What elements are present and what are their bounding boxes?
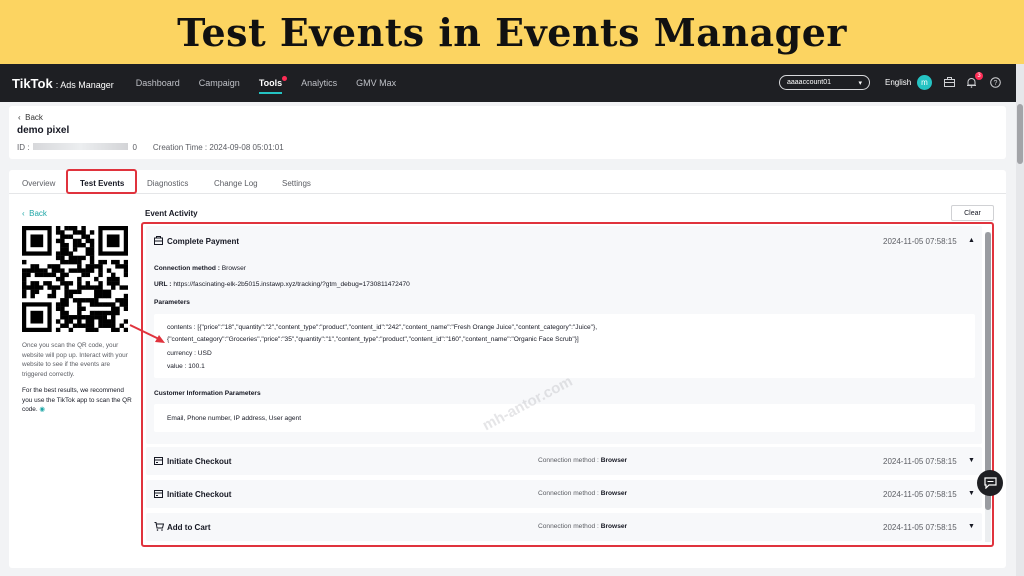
- nav-gmv-max[interactable]: GMV Max: [356, 64, 396, 102]
- notification-badge: 3: [975, 72, 983, 80]
- nav-tools[interactable]: Tools: [258, 64, 288, 102]
- annotation-arrow-icon: [129, 324, 165, 343]
- nav-dashboard[interactable]: Dashboard: [136, 64, 180, 102]
- qr-code: [22, 226, 128, 332]
- eye-icon[interactable]: ◉: [39, 406, 45, 413]
- pixel-meta: ID : 0 Creation Time : 2024-09-08 05:01:…: [17, 143, 284, 152]
- nav-tools-label: Tools: [258, 78, 283, 88]
- highlight-box-tab: [66, 169, 137, 194]
- clear-button[interactable]: Clear: [951, 205, 994, 221]
- new-dot: [282, 76, 288, 81]
- tab-settings[interactable]: Settings: [282, 179, 311, 188]
- chat-icon: [983, 477, 997, 489]
- logo-subtext: : Ads Manager: [55, 79, 114, 90]
- banner-title: Test Events in Events Manager: [177, 9, 847, 55]
- svg-text:?: ?: [993, 80, 997, 87]
- chat-support-button[interactable]: [977, 470, 1003, 496]
- back-label: Back: [25, 113, 43, 122]
- title-banner: Test Events in Events Manager: [0, 0, 1024, 64]
- page-scrollbar-thumb[interactable]: [1017, 104, 1023, 164]
- qr-recommendation: For the best results, we recommend you u…: [22, 386, 132, 415]
- account-name: aaaaccount01: [787, 79, 831, 86]
- event-activity-title: Event Activity: [145, 209, 198, 218]
- pixel-name: demo pixel: [17, 125, 70, 136]
- tab-overview[interactable]: Overview: [22, 179, 55, 188]
- creation-time-label: Creation Time :: [152, 143, 208, 152]
- tiktok-logo[interactable]: TikTok : Ads Manager: [12, 76, 114, 91]
- avatar[interactable]: m: [917, 75, 932, 90]
- nav-analytics[interactable]: Analytics: [301, 64, 337, 102]
- account-selector[interactable]: aaaaccount01 ▾: [779, 75, 870, 90]
- logo-text: TikTok: [12, 75, 53, 91]
- creation-time: 2024-09-08 05:01:01: [209, 143, 284, 152]
- briefcase-icon[interactable]: [941, 74, 957, 90]
- help-icon[interactable]: ?: [987, 74, 1003, 90]
- back-label: Back: [29, 209, 47, 218]
- tab-diagnostics[interactable]: Diagnostics: [147, 179, 188, 188]
- qr-instructions: Once you scan the QR code, your website …: [22, 342, 128, 378]
- masked-id: [33, 143, 129, 150]
- id-label: ID :: [17, 143, 30, 152]
- language-selector[interactable]: English: [885, 78, 911, 87]
- tab-change-log[interactable]: Change Log: [214, 179, 258, 188]
- chevron-down-icon: ▾: [858, 79, 862, 87]
- back-link[interactable]: ‹ Back: [18, 113, 43, 122]
- nav-campaign[interactable]: Campaign: [199, 64, 240, 102]
- back-link-panel[interactable]: ‹ Back: [22, 209, 47, 218]
